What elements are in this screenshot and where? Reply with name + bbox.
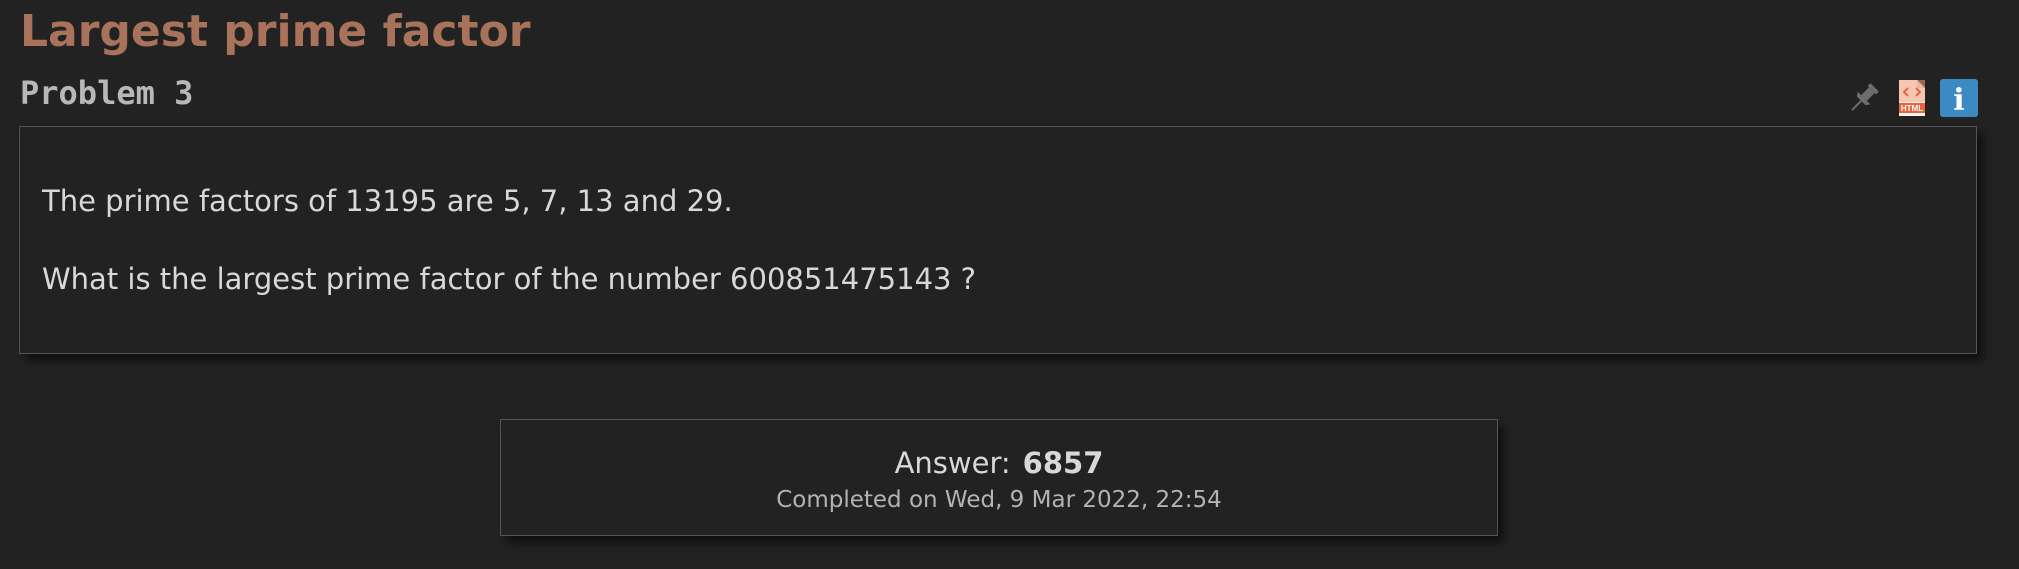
problem-toolbar: HTML i (1844, 78, 1979, 118)
problem-content-box: The prime factors of 13195 are 5, 7, 13 … (19, 126, 1977, 354)
pin-icon[interactable] (1844, 78, 1884, 118)
problem-number: Problem 3 (20, 74, 194, 112)
svg-text:i: i (1953, 83, 1964, 118)
problem-paragraph: The prime factors of 13195 are 5, 7, 13 … (42, 184, 733, 218)
answer-box: Answer: 6857 Completed on Wed, 9 Mar 2022… (500, 419, 1498, 536)
answer-line: Answer: 6857 (501, 446, 1497, 480)
svg-text:HTML: HTML (1901, 104, 1923, 113)
info-icon[interactable]: i (1939, 78, 1979, 118)
page-title: Largest prime factor (20, 6, 531, 57)
answer-value: 6857 (1022, 446, 1104, 480)
html-file-icon[interactable]: HTML (1891, 78, 1931, 118)
completion-timestamp: Completed on Wed, 9 Mar 2022, 22:54 (776, 487, 1222, 513)
problem-question: What is the largest prime factor of the … (42, 262, 977, 296)
answer-label: Answer: (894, 446, 1011, 480)
